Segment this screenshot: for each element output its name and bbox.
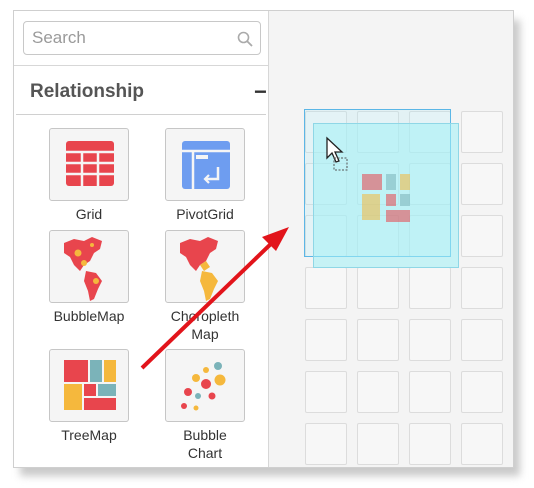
widget-treemap[interactable]: TreeMap xyxy=(41,349,137,444)
canvas-grid-cell xyxy=(305,371,347,413)
section-divider xyxy=(16,114,266,115)
widget-tile[interactable] xyxy=(49,128,129,201)
widget-label: Bubble Chart xyxy=(157,426,253,462)
widget-panel: Relationship − Grid xyxy=(14,11,269,467)
canvas-grid-cell xyxy=(461,215,503,257)
canvas-grid-cell xyxy=(305,267,347,309)
canvas-grid-cell xyxy=(461,319,503,361)
widget-tile[interactable] xyxy=(49,349,129,422)
dashboard-canvas[interactable] xyxy=(269,11,513,467)
canvas-grid-cell xyxy=(409,319,451,361)
widget-tile[interactable] xyxy=(49,230,129,303)
bubble-map-icon xyxy=(64,237,102,301)
canvas-grid-cell xyxy=(357,423,399,465)
section-title[interactable]: Relationship xyxy=(30,81,144,103)
widget-label: Grid xyxy=(75,206,103,222)
grid-icon xyxy=(66,141,114,186)
canvas-grid-cell xyxy=(409,267,451,309)
mouse-cursor-icon xyxy=(326,136,348,171)
collapse-icon[interactable]: − xyxy=(254,81,267,103)
canvas-grid-cell xyxy=(305,423,347,465)
canvas-grid-cell xyxy=(461,163,503,205)
widget-bubble-chart[interactable]: Bubble Chart xyxy=(157,349,253,462)
search-icon[interactable] xyxy=(236,30,254,48)
canvas-grid-cell xyxy=(461,371,503,413)
widget-label: BubbleMap xyxy=(53,308,125,324)
canvas-grid-cell xyxy=(461,267,503,309)
widget-label: PivotGrid xyxy=(176,206,234,222)
widget-pivotgrid[interactable]: PivotGrid xyxy=(157,128,253,223)
label-line: Bubble xyxy=(183,427,227,443)
canvas-grid-cell xyxy=(461,423,503,465)
pivot-grid-icon xyxy=(182,141,230,189)
canvas-grid-cell xyxy=(357,371,399,413)
treemap-icon xyxy=(64,360,116,410)
widget-bubblemap[interactable]: BubbleMap xyxy=(41,230,137,325)
widget-tile[interactable] xyxy=(165,349,245,422)
canvas-grid-cell xyxy=(461,111,503,153)
label-line: Map xyxy=(191,326,219,342)
canvas-grid-cell xyxy=(409,423,451,465)
widget-grid[interactable]: Grid xyxy=(41,128,137,223)
search-divider xyxy=(14,65,269,66)
canvas-grid-cell xyxy=(305,319,347,361)
choropleth-map-icon xyxy=(180,237,218,301)
widget-tile[interactable] xyxy=(165,230,245,303)
dashboard-designer-window: Relationship − Grid xyxy=(13,10,514,468)
widget-tile[interactable] xyxy=(165,128,245,201)
label-line: Chart xyxy=(187,445,223,461)
bubble-chart-icon xyxy=(181,362,226,411)
widget-label: Choropleth Map xyxy=(157,307,253,343)
widget-label: TreeMap xyxy=(61,427,117,443)
search-box[interactable] xyxy=(23,21,261,55)
canvas-grid-cell xyxy=(409,371,451,413)
canvas-grid-cell xyxy=(357,267,399,309)
search-input[interactable] xyxy=(32,27,232,49)
widget-choropleth-map[interactable]: Choropleth Map xyxy=(157,230,253,343)
label-line: Choropleth xyxy=(170,308,240,324)
canvas-grid-cell xyxy=(357,319,399,361)
